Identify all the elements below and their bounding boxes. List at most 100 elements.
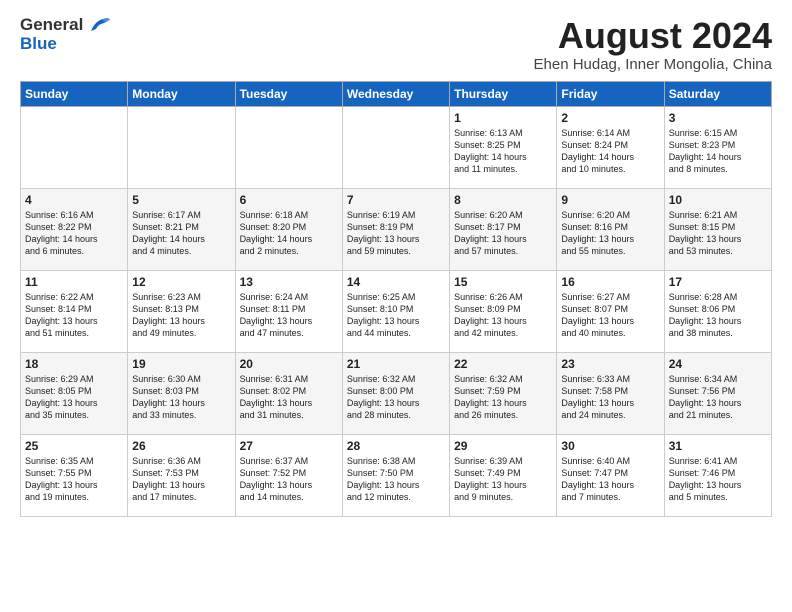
- calendar-cell: 31 Sunrise: 6:41 AM Sunset: 7:46 PM Dayli…: [664, 434, 771, 516]
- calendar-cell: 21 Sunrise: 6:32 AM Sunset: 8:00 PM Dayli…: [342, 352, 449, 434]
- calendar-cell: 13Sunrise: 6:24 AM Sunset: 8:11 PM Dayli…: [235, 270, 342, 352]
- title-block: August 2024 Ehen Hudag, Inner Mongolia, …: [534, 16, 773, 73]
- header-day-tuesday: Tuesday: [235, 81, 342, 106]
- day-number: 21: [347, 357, 445, 371]
- week-row-1: 1Sunrise: 6:13 AM Sunset: 8:25 PM Daylig…: [21, 106, 772, 188]
- calendar-cell: 15 Sunrise: 6:26 AM Sunset: 8:09 PM Dayli…: [450, 270, 557, 352]
- calendar-cell: 24 Sunrise: 6:34 AM Sunset: 7:56 PM Dayli…: [664, 352, 771, 434]
- calendar-cell: 6 Sunrise: 6:18 AM Sunset: 8:20 PM Daylig…: [235, 188, 342, 270]
- calendar-cell: 7 Sunrise: 6:19 AM Sunset: 8:19 PM Daylig…: [342, 188, 449, 270]
- header: General Blue August 2024 Ehen Hudag, Inn…: [20, 16, 772, 73]
- logo-bird-icon: [89, 17, 111, 35]
- calendar-cell: [235, 106, 342, 188]
- calendar-cell: 23Sunrise: 6:33 AM Sunset: 7:58 PM Dayli…: [557, 352, 664, 434]
- cell-content: Sunrise: 6:25 AM Sunset: 8:10 PM Dayligh…: [347, 291, 445, 340]
- day-number: 18: [25, 357, 123, 371]
- cell-content: Sunrise: 6:32 AM Sunset: 8:00 PM Dayligh…: [347, 373, 445, 422]
- cell-content: Sunrise: 6:27 AM Sunset: 8:07 PM Dayligh…: [561, 291, 659, 340]
- logo-blue: Blue: [20, 34, 57, 53]
- calendar-cell: 10 Sunrise: 6:21 AM Sunset: 8:15 PM Dayli…: [664, 188, 771, 270]
- day-number: 24: [669, 357, 767, 371]
- day-number: 10: [669, 193, 767, 207]
- calendar-cell: 26Sunrise: 6:36 AM Sunset: 7:53 PM Dayli…: [128, 434, 235, 516]
- page: General Blue August 2024 Ehen Hudag, Inn…: [0, 0, 792, 533]
- calendar-cell: 19 Sunrise: 6:30 AM Sunset: 8:03 PM Dayli…: [128, 352, 235, 434]
- week-row-3: 11 Sunrise: 6:22 AM Sunset: 8:14 PM Dayli…: [21, 270, 772, 352]
- location: Ehen Hudag, Inner Mongolia, China: [534, 56, 773, 73]
- logo-text: General Blue: [20, 16, 111, 53]
- cell-content: Sunrise: 6:23 AM Sunset: 8:13 PM Dayligh…: [132, 291, 230, 340]
- calendar-cell: 3 Sunrise: 6:15 AM Sunset: 8:23 PM Daylig…: [664, 106, 771, 188]
- calendar-cell: 18Sunrise: 6:29 AM Sunset: 8:05 PM Dayli…: [21, 352, 128, 434]
- day-number: 1: [454, 111, 552, 125]
- day-number: 28: [347, 439, 445, 453]
- calendar-cell: 20 Sunrise: 6:31 AM Sunset: 8:02 PM Dayli…: [235, 352, 342, 434]
- cell-content: Sunrise: 6:41 AM Sunset: 7:46 PM Dayligh…: [669, 455, 767, 504]
- cell-content: Sunrise: 6:14 AM Sunset: 8:24 PM Dayligh…: [561, 127, 659, 176]
- header-day-saturday: Saturday: [664, 81, 771, 106]
- week-row-4: 18Sunrise: 6:29 AM Sunset: 8:05 PM Dayli…: [21, 352, 772, 434]
- day-number: 12: [132, 275, 230, 289]
- day-number: 7: [347, 193, 445, 207]
- calendar-cell: [342, 106, 449, 188]
- header-day-sunday: Sunday: [21, 81, 128, 106]
- calendar-cell: 8Sunrise: 6:20 AM Sunset: 8:17 PM Daylig…: [450, 188, 557, 270]
- day-number: 9: [561, 193, 659, 207]
- calendar-cell: 16 Sunrise: 6:27 AM Sunset: 8:07 PM Dayli…: [557, 270, 664, 352]
- cell-content: Sunrise: 6:24 AM Sunset: 8:11 PM Dayligh…: [240, 291, 338, 340]
- day-number: 8: [454, 193, 552, 207]
- calendar-cell: 12 Sunrise: 6:23 AM Sunset: 8:13 PM Dayli…: [128, 270, 235, 352]
- cell-content: Sunrise: 6:21 AM Sunset: 8:15 PM Dayligh…: [669, 209, 767, 258]
- cell-content: Sunrise: 6:34 AM Sunset: 7:56 PM Dayligh…: [669, 373, 767, 422]
- day-number: 14: [347, 275, 445, 289]
- cell-content: Sunrise: 6:32 AM Sunset: 7:59 PM Dayligh…: [454, 373, 552, 422]
- calendar-cell: 1Sunrise: 6:13 AM Sunset: 8:25 PM Daylig…: [450, 106, 557, 188]
- day-number: 5: [132, 193, 230, 207]
- header-row: SundayMondayTuesdayWednesdayThursdayFrid…: [21, 81, 772, 106]
- day-number: 19: [132, 357, 230, 371]
- cell-content: Sunrise: 6:22 AM Sunset: 8:14 PM Dayligh…: [25, 291, 123, 340]
- calendar-cell: 27Sunrise: 6:37 AM Sunset: 7:52 PM Dayli…: [235, 434, 342, 516]
- header-day-monday: Monday: [128, 81, 235, 106]
- day-number: 6: [240, 193, 338, 207]
- calendar-cell: [128, 106, 235, 188]
- week-row-5: 25Sunrise: 6:35 AM Sunset: 7:55 PM Dayli…: [21, 434, 772, 516]
- cell-content: Sunrise: 6:31 AM Sunset: 8:02 PM Dayligh…: [240, 373, 338, 422]
- logo-general: General: [20, 15, 83, 34]
- calendar-cell: 25Sunrise: 6:35 AM Sunset: 7:55 PM Dayli…: [21, 434, 128, 516]
- day-number: 4: [25, 193, 123, 207]
- calendar-table: SundayMondayTuesdayWednesdayThursdayFrid…: [20, 81, 772, 517]
- day-number: 3: [669, 111, 767, 125]
- day-number: 22: [454, 357, 552, 371]
- day-number: 27: [240, 439, 338, 453]
- calendar-cell: 30 Sunrise: 6:40 AM Sunset: 7:47 PM Dayli…: [557, 434, 664, 516]
- calendar-cell: 17Sunrise: 6:28 AM Sunset: 8:06 PM Dayli…: [664, 270, 771, 352]
- cell-content: Sunrise: 6:26 AM Sunset: 8:09 PM Dayligh…: [454, 291, 552, 340]
- cell-content: Sunrise: 6:38 AM Sunset: 7:50 PM Dayligh…: [347, 455, 445, 504]
- cell-content: Sunrise: 6:17 AM Sunset: 8:21 PM Dayligh…: [132, 209, 230, 258]
- day-number: 29: [454, 439, 552, 453]
- day-number: 20: [240, 357, 338, 371]
- calendar-cell: 22 Sunrise: 6:32 AM Sunset: 7:59 PM Dayli…: [450, 352, 557, 434]
- day-number: 31: [669, 439, 767, 453]
- logo-container: General Blue: [20, 16, 111, 53]
- cell-content: Sunrise: 6:18 AM Sunset: 8:20 PM Dayligh…: [240, 209, 338, 258]
- calendar-cell: [21, 106, 128, 188]
- cell-content: Sunrise: 6:19 AM Sunset: 8:19 PM Dayligh…: [347, 209, 445, 258]
- day-number: 30: [561, 439, 659, 453]
- cell-content: Sunrise: 6:30 AM Sunset: 8:03 PM Dayligh…: [132, 373, 230, 422]
- cell-content: Sunrise: 6:15 AM Sunset: 8:23 PM Dayligh…: [669, 127, 767, 176]
- calendar-cell: 28 Sunrise: 6:38 AM Sunset: 7:50 PM Dayli…: [342, 434, 449, 516]
- day-number: 16: [561, 275, 659, 289]
- calendar-cell: 4Sunrise: 6:16 AM Sunset: 8:22 PM Daylig…: [21, 188, 128, 270]
- cell-content: Sunrise: 6:35 AM Sunset: 7:55 PM Dayligh…: [25, 455, 123, 504]
- day-number: 23: [561, 357, 659, 371]
- day-number: 11: [25, 275, 123, 289]
- header-day-thursday: Thursday: [450, 81, 557, 106]
- calendar-cell: 14 Sunrise: 6:25 AM Sunset: 8:10 PM Dayli…: [342, 270, 449, 352]
- cell-content: Sunrise: 6:20 AM Sunset: 8:16 PM Dayligh…: [561, 209, 659, 258]
- day-number: 15: [454, 275, 552, 289]
- cell-content: Sunrise: 6:40 AM Sunset: 7:47 PM Dayligh…: [561, 455, 659, 504]
- day-number: 2: [561, 111, 659, 125]
- calendar-cell: 29Sunrise: 6:39 AM Sunset: 7:49 PM Dayli…: [450, 434, 557, 516]
